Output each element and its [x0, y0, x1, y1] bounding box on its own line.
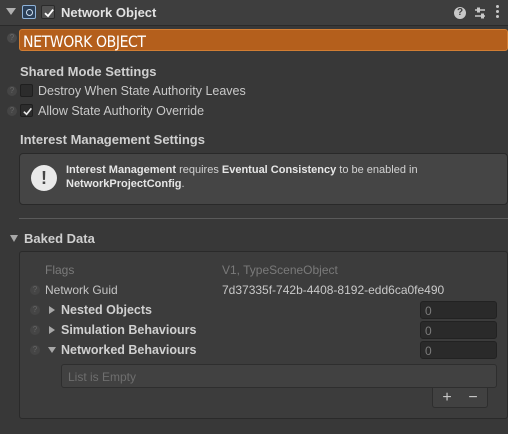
help-icon[interactable]: ?: [7, 106, 17, 116]
component-title: Network Object: [61, 5, 157, 20]
component-enabled-checkbox[interactable]: [41, 5, 55, 19]
checkmark-icon: [44, 9, 54, 18]
list-footer: + −: [432, 388, 488, 408]
network-guid-value: 7d37335f-742b-4408-8192-edd6ca0fe490: [222, 283, 445, 297]
fold-down-icon[interactable]: [6, 8, 16, 15]
expand-down-icon[interactable]: [48, 347, 56, 353]
simulation-behaviours-label[interactable]: Simulation Behaviours: [61, 323, 196, 337]
expand-right-icon[interactable]: [49, 326, 55, 334]
network-object-banner: NETWORK OBJECT: [19, 29, 508, 51]
help-icon[interactable]: ?: [7, 33, 17, 43]
divider: [19, 218, 508, 219]
nested-objects-label[interactable]: Nested Objects: [61, 303, 152, 317]
expand-right-icon[interactable]: [49, 306, 55, 314]
warning-icon: !: [31, 165, 57, 191]
banner-text: NETWORK OBJECT: [23, 32, 146, 51]
help-icon[interactable]: ?: [30, 325, 40, 335]
flags-value: V1, TypeSceneObject: [222, 263, 338, 277]
add-element-button[interactable]: +: [435, 388, 459, 408]
shared-mode-title: Shared Mode Settings: [20, 64, 157, 79]
baked-data-fold-icon[interactable]: [10, 235, 18, 242]
simulation-behaviours-count[interactable]: 0: [420, 321, 497, 339]
destroy-when-authority-leaves-checkbox[interactable]: [20, 84, 33, 97]
network-guid-label: Network Guid: [45, 283, 118, 297]
list-empty-text: List is Empty: [68, 370, 137, 384]
flags-label: Flags: [45, 263, 75, 277]
help-icon[interactable]: ?: [30, 305, 40, 315]
allow-authority-override-label: Allow State Authority Override: [38, 104, 205, 118]
interest-management-title: Interest Management Settings: [20, 132, 205, 147]
info-box: ! Interest Management requires Eventual …: [19, 153, 508, 205]
help-icon[interactable]: ?: [7, 86, 17, 96]
nested-objects-count[interactable]: 0: [420, 301, 497, 319]
kebab-menu-icon[interactable]: [494, 5, 500, 19]
info-message: Interest Management requires Eventual Co…: [66, 164, 418, 190]
presets-icon[interactable]: [473, 6, 487, 23]
help-icon[interactable]: ?: [454, 7, 466, 19]
remove-element-button[interactable]: −: [461, 388, 485, 408]
networked-behaviours-count[interactable]: 0: [420, 341, 497, 359]
list-empty-box: List is Empty: [61, 364, 497, 388]
allow-authority-override-checkbox[interactable]: [20, 104, 33, 117]
component-icon: [22, 5, 36, 19]
baked-data-title[interactable]: Baked Data: [24, 231, 95, 246]
help-icon[interactable]: ?: [30, 345, 40, 355]
help-icon[interactable]: ?: [30, 285, 40, 295]
networked-behaviours-label[interactable]: Networked Behaviours: [61, 343, 196, 357]
checkmark-icon: [23, 107, 32, 116]
destroy-when-authority-leaves-label: Destroy When State Authority Leaves: [38, 84, 246, 98]
